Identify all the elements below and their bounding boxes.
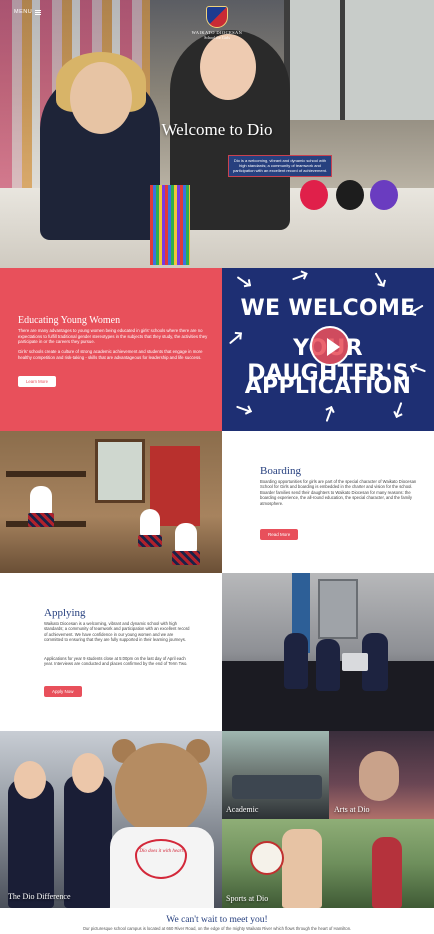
difference-student-face [14, 761, 46, 799]
arrow-decor [236, 405, 250, 413]
applying-section: Applying Waikato Diocesan is a welcoming… [0, 573, 222, 731]
dorm-window [95, 439, 145, 503]
tile-label-arts: Arts at Dio [334, 805, 370, 814]
meet-section: We can't wait to meet you! Our picturesq… [0, 908, 434, 934]
video-line3: APPLICATION [244, 374, 412, 399]
meet-title: We can't wait to meet you! [166, 915, 268, 925]
dorm-bunk [6, 471, 86, 477]
tile-academic[interactable]: Academic [222, 731, 329, 819]
tile-label-difference: The Dio Difference [8, 892, 71, 901]
dorm-student [140, 509, 160, 537]
laptop-icon [342, 653, 368, 671]
bear-mascot [115, 743, 207, 835]
hero-title: Welcome to Dio [161, 120, 273, 139]
arrow-decor [236, 276, 250, 286]
meet-text: Our picturesque school campus is located… [82, 926, 352, 931]
dorm-student [30, 486, 52, 516]
academic-desks [232, 775, 322, 799]
applying-para1: Waikato Diocesan is a welcoming, vibrant… [44, 621, 190, 643]
video-line1: WE WELCOME [240, 296, 416, 321]
dorm-student-skirt [138, 535, 162, 547]
school-crest-icon [206, 6, 228, 28]
dorm-student-skirt [172, 551, 200, 565]
menu-button[interactable]: MENU [14, 9, 42, 15]
tile-label-academic: Academic [226, 805, 259, 814]
learn-more-button[interactable]: Learn More [18, 376, 56, 387]
educating-section: Educating Young Women There are many adv… [0, 268, 222, 431]
arrow-decor [292, 273, 306, 281]
school-logo[interactable]: WAIKATO DIOCESAN School for Girls [189, 0, 245, 40]
apply-now-button[interactable]: Apply Now [44, 686, 82, 697]
dorm-student-skirt [28, 513, 54, 527]
difference-student [64, 775, 112, 908]
logo-line2: School for Girls [204, 35, 230, 40]
educating-title: Educating Young Women [18, 315, 121, 326]
sports-player [372, 837, 402, 908]
boarding-photo [0, 431, 222, 573]
hero-pencils [150, 185, 190, 265]
hamburger-icon [35, 9, 42, 15]
lounge-elevator [318, 579, 358, 639]
educating-para2: Girls' schools create a culture of stron… [18, 349, 203, 360]
menu-label: MENU [14, 9, 33, 15]
tile-label-sports: Sports at Dio [226, 894, 269, 903]
tile-arts[interactable]: Arts at Dio [329, 731, 434, 819]
applying-photo [222, 573, 434, 731]
difference-student-face [72, 753, 104, 793]
hero-teacher-face [200, 34, 256, 100]
hero-banner: MENU WAIKATO DIOCESAN School for Girls W… [0, 0, 434, 268]
play-icon[interactable] [310, 326, 350, 366]
arrow-decor [325, 408, 333, 422]
tile-dio-difference[interactable]: Dio does it with heart! The Dio Differen… [0, 731, 222, 908]
netball-icon [250, 841, 284, 875]
applying-para2: Applications for year 9 students close a… [44, 656, 188, 667]
arts-performer [359, 751, 399, 801]
hero-intro-box: Dio is a welcoming, vibrant and dynamic … [228, 155, 332, 177]
boarding-text: Boarding opportunities for girls are par… [260, 479, 417, 506]
educating-para1: There are many advantages to young women… [18, 328, 208, 344]
read-more-button[interactable]: Read More [260, 529, 299, 540]
hero-window [284, 0, 434, 120]
arrow-decor [374, 272, 384, 286]
sports-player [282, 829, 322, 908]
lounge-student [284, 633, 308, 689]
boarding-section: Boarding Boarding opportunities for girl… [222, 431, 434, 573]
bear-shirt-text: Dio does it with heart! [139, 849, 185, 854]
arrow-decor [395, 402, 403, 416]
welcome-video[interactable]: WE WELCOME YOUR DAUGHTER'S APPLICATION [222, 268, 434, 431]
applying-title: Applying [44, 607, 86, 619]
boarding-title: Boarding [260, 465, 301, 477]
dorm-student [175, 523, 197, 553]
lounge-student [316, 639, 340, 691]
tile-sports[interactable]: Sports at Dio [222, 819, 434, 908]
